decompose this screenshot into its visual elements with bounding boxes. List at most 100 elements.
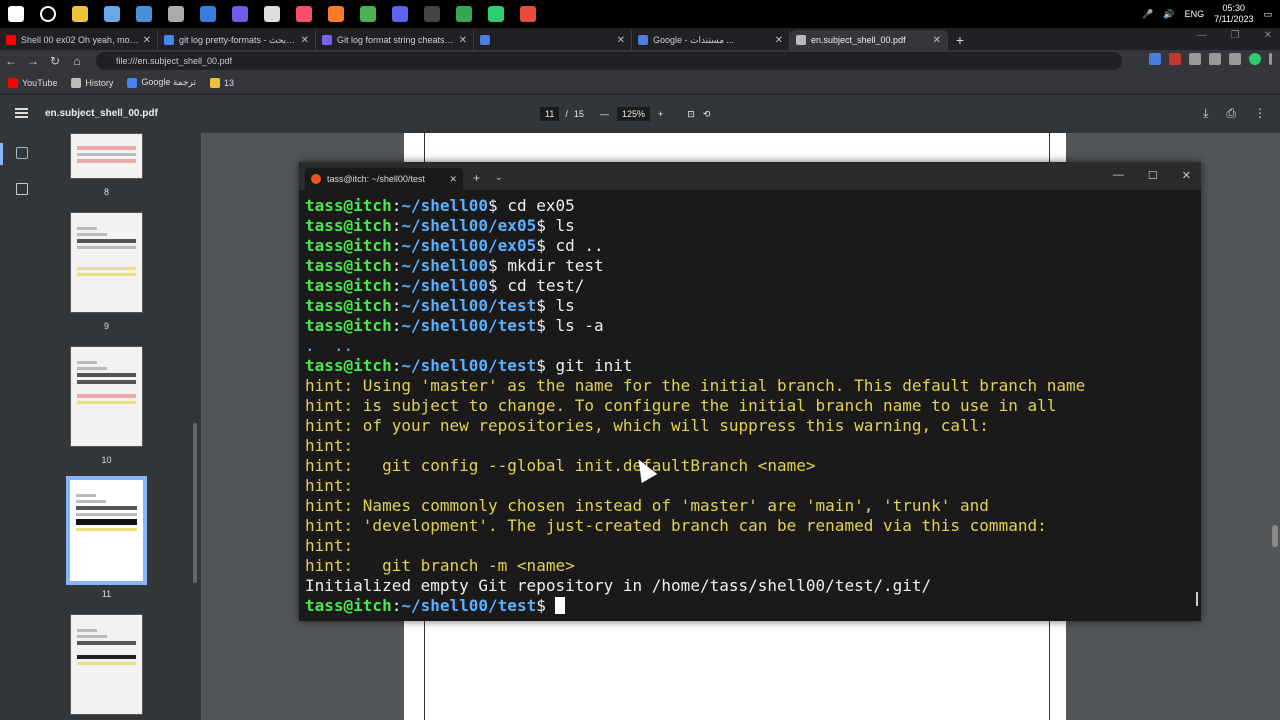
browser-tab[interactable]: en.subject_shell_00.pdf ✕ xyxy=(790,30,948,50)
rotate-icon[interactable]: ⟲ xyxy=(703,109,711,120)
back-button[interactable]: ← xyxy=(0,54,22,68)
pdf-toolbar: en.subject_shell_00.pdf 11 / 15 — 125% +… xyxy=(0,95,1280,133)
output-text: Initialized empty Git repository in /hom… xyxy=(305,576,932,595)
mic-icon[interactable]: 🎤 xyxy=(1142,9,1153,20)
close-window-button[interactable]: ✕ xyxy=(1264,30,1272,41)
settings-icon[interactable] xyxy=(192,0,224,28)
language-indicator[interactable]: ENG xyxy=(1185,9,1205,19)
close-tab-icon[interactable]: ✕ xyxy=(933,35,941,46)
thumbnails-icon[interactable] xyxy=(16,147,28,159)
prompt-colon: : xyxy=(391,356,402,375)
outline-icon[interactable] xyxy=(16,183,28,195)
browser-tab[interactable]: git log pretty-formats - بحث Goo... ✕ xyxy=(158,30,316,50)
reload-button[interactable]: ↻ xyxy=(44,54,66,68)
terminal-line: hint: git config --global init.defaultBr… xyxy=(305,456,1195,476)
close-tab-icon[interactable]: ✕ xyxy=(459,35,467,46)
reading-list-icon[interactable] xyxy=(1209,53,1221,65)
terminal-output[interactable]: tass@itch:~/shell00$ cd ex05 tass@itch:~/… xyxy=(305,196,1195,616)
close-tab-icon[interactable]: ✕ xyxy=(617,35,625,46)
app-red-icon[interactable] xyxy=(288,0,320,28)
chrome-pinned-icon[interactable] xyxy=(160,0,192,28)
search-icon[interactable] xyxy=(32,0,64,28)
side-panel-icon[interactable] xyxy=(1229,53,1241,65)
close-tab-icon[interactable]: ✕ xyxy=(775,35,783,46)
page-number-input[interactable]: 11 xyxy=(540,107,560,121)
terminal-tab[interactable]: tass@itch: ~/shell00/test ✕ xyxy=(305,168,463,190)
prompt-path: ~/shell00/test xyxy=(401,596,537,615)
minimize-button[interactable]: — xyxy=(1197,30,1207,41)
terminal-scrollbar[interactable] xyxy=(1196,592,1198,606)
paint-icon[interactable] xyxy=(224,0,256,28)
new-tab-button[interactable]: + xyxy=(948,30,972,50)
browser-tab[interactable]: Google - مستندات ... ✕ xyxy=(632,30,790,50)
translate-icon[interactable] xyxy=(1149,53,1161,65)
terminal-close-button[interactable]: ✕ xyxy=(1182,169,1191,182)
output-text: hint: Using 'master' as the name for the… xyxy=(305,376,1086,395)
volume-icon[interactable]: 🔊 xyxy=(1163,9,1174,20)
thumbnail-scrollbar[interactable] xyxy=(193,423,197,583)
tab-title: Git log format string cheatsheet xyxy=(337,35,455,45)
notes-icon[interactable] xyxy=(96,0,128,28)
output-text: hint: git branch -m <name> xyxy=(305,556,575,575)
thumbnail-page-8[interactable] xyxy=(70,133,143,179)
file-explorer-icon[interactable] xyxy=(64,0,96,28)
red-app-icon[interactable] xyxy=(512,0,544,28)
thumbnail-page-11[interactable] xyxy=(66,476,147,585)
ublock-icon[interactable] xyxy=(1169,53,1181,65)
clock[interactable]: 05:30 7/11/2023 xyxy=(1214,3,1253,25)
forward-button[interactable]: → xyxy=(22,54,44,68)
start-icon[interactable] xyxy=(0,0,32,28)
download-icon[interactable]: ⤓ xyxy=(1203,106,1208,121)
zoom-level-input[interactable]: 125% xyxy=(617,107,651,121)
fit-page-icon[interactable]: ⊡ xyxy=(687,109,695,120)
puzzle-icon[interactable] xyxy=(1189,53,1201,65)
maximize-button[interactable]: ❐ xyxy=(1231,30,1240,41)
green-app-icon[interactable] xyxy=(480,0,512,28)
address-bar[interactable]: file:///en.subject_shell_00.pdf xyxy=(96,52,1122,70)
terminal-minimize-button[interactable]: — xyxy=(1113,169,1124,182)
mail-icon[interactable] xyxy=(128,0,160,28)
thumbnail-page-12[interactable] xyxy=(70,614,143,715)
zoom-in-button[interactable]: + xyxy=(658,109,663,119)
bookmark-item[interactable]: 13 xyxy=(209,77,234,88)
close-tab-icon[interactable]: ✕ xyxy=(143,35,151,46)
close-tab-icon[interactable]: ✕ xyxy=(449,174,457,185)
document-scrollbar[interactable] xyxy=(1272,525,1278,547)
zoom-out-button[interactable]: — xyxy=(600,109,609,119)
thumbnail-page-9[interactable] xyxy=(70,212,143,313)
bookmark-item[interactable]: YouTube xyxy=(8,77,57,88)
notifications-icon[interactable]: ▭ xyxy=(1263,9,1272,20)
close-tab-icon[interactable]: ✕ xyxy=(301,35,309,46)
bookmark-item[interactable]: History xyxy=(71,77,113,88)
tab-favicon-icon xyxy=(480,35,490,45)
browser-tab[interactable]: ✕ xyxy=(474,30,632,50)
thumbnail-page-10[interactable] xyxy=(70,346,143,447)
browser-tab[interactable]: Shell 00 ex02 Oh yeah, mooore... ✕ xyxy=(0,30,158,50)
media-icon[interactable] xyxy=(256,0,288,28)
more-options-icon[interactable]: ⋮ xyxy=(1254,106,1266,121)
pdf-title: en.subject_shell_00.pdf xyxy=(45,108,158,119)
menu-icon[interactable] xyxy=(15,108,28,118)
terminal-window: tass@itch: ~/shell00/test ✕ + ⌄ — ☐ ✕ ta… xyxy=(299,162,1201,621)
home-button[interactable]: ⌂ xyxy=(66,54,88,68)
print-icon[interactable]: ⎙ xyxy=(1226,106,1236,121)
chrome-alt-icon[interactable] xyxy=(448,0,480,28)
terminal-icon[interactable] xyxy=(416,0,448,28)
firefox-icon[interactable] xyxy=(320,0,352,28)
bookmark-item[interactable]: Google ترجمة xyxy=(127,77,196,88)
new-terminal-tab-button[interactable]: + xyxy=(473,171,480,185)
more-menu-icon[interactable] xyxy=(1269,53,1272,65)
prompt-dollar: $ xyxy=(536,236,546,255)
tab-favicon-icon xyxy=(796,35,806,45)
profile-avatar[interactable] xyxy=(1249,53,1261,65)
chevron-down-icon[interactable]: ⌄ xyxy=(495,172,503,183)
tab-title: git log pretty-formats - بحث Goo... xyxy=(179,34,297,45)
terminal-line: hint: of your new repositories, which wi… xyxy=(305,416,1195,436)
prompt-path: ~/shell00/test xyxy=(401,316,537,335)
browser-tab[interactable]: Git log format string cheatsheet ✕ xyxy=(316,30,474,50)
chrome-icon[interactable] xyxy=(352,0,384,28)
discord-icon[interactable] xyxy=(384,0,416,28)
prompt-colon: : xyxy=(391,236,402,255)
terminal-maximize-button[interactable]: ☐ xyxy=(1148,169,1158,182)
prompt-user: tass@itch xyxy=(305,216,392,235)
